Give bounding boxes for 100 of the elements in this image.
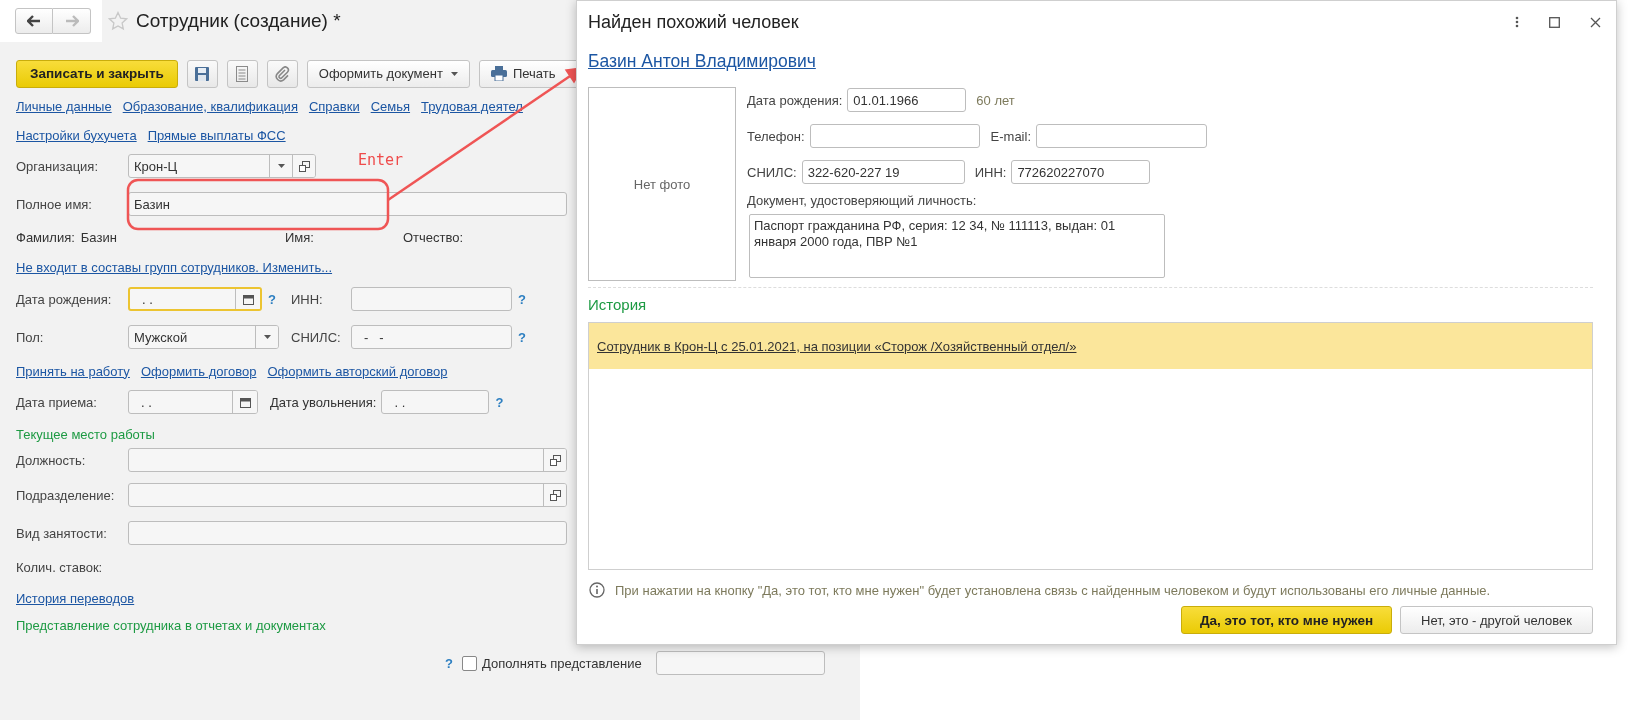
- input-field[interactable]: [128, 521, 567, 545]
- history-row[interactable]: Сотрудник в Крон-Ц с 25.01.2021, на позиции «Сторож /Хозяйственный отдел/»: [589, 323, 1592, 369]
- field-label: Подразделение:: [16, 487, 116, 503]
- document-field[interactable]: Паспорт гражданина РФ, серия: 12 34, № 111113, выдан: 01 января 2000 года, ПВР №1: [749, 214, 1165, 278]
- inn-field[interactable]: 772620227070: [1011, 160, 1151, 184]
- more-icon[interactable]: [1515, 16, 1519, 28]
- left-arrow-icon: [27, 15, 41, 27]
- section-link[interactable]: Трудовая деятел: [421, 98, 523, 114]
- reject-button[interactable]: Нет, это - другой человек: [1400, 606, 1593, 634]
- input-field[interactable]: [128, 448, 567, 472]
- dropdown-button[interactable]: [255, 326, 278, 348]
- field-label: Пол:: [16, 329, 45, 345]
- phone-field[interactable]: [809, 124, 980, 148]
- windows-icon: [298, 160, 310, 172]
- form-title: Сотрудник (создание) *: [136, 10, 341, 32]
- checkbox[interactable]: [461, 655, 477, 671]
- attach-button[interactable]: [266, 59, 298, 88]
- help-link[interactable]: ?: [445, 655, 453, 671]
- name-part-label: Отчество:: [403, 229, 464, 245]
- checkbox-label: Дополнять представление: [481, 655, 642, 671]
- field-label: ИНН:: [974, 164, 1007, 180]
- star-icon[interactable]: [108, 11, 128, 31]
- field-label: СНИЛС:: [291, 329, 342, 345]
- caret-icon: [277, 164, 285, 168]
- section-link[interactable]: Личные данные: [16, 98, 112, 114]
- create-document-button[interactable]: Оформить документ: [306, 59, 470, 88]
- photo-field[interactable]: Нет фото: [588, 87, 736, 281]
- printer-icon: [490, 66, 507, 81]
- help-link[interactable]: ?: [518, 329, 526, 345]
- field-label: Вид занятости:: [16, 525, 108, 541]
- save-close-button[interactable]: Записать и закрыть: [16, 59, 178, 88]
- field-label: Организация:: [16, 158, 100, 174]
- field-label: Дата рождения:: [747, 92, 843, 108]
- section-heading: Текущее место работы: [16, 426, 155, 442]
- action-link[interactable]: Оформить договор: [140, 363, 257, 379]
- gender-field[interactable]: Мужской: [128, 325, 279, 349]
- info-icon: [589, 582, 605, 598]
- dialog-title: Найден похожий человек: [588, 11, 799, 33]
- field-label: Колич. ставок:: [16, 559, 104, 575]
- field-label: Дата увольнения:: [270, 394, 377, 410]
- save-button[interactable]: [186, 59, 218, 88]
- list-button[interactable]: [226, 59, 258, 88]
- caret-icon: [263, 335, 271, 339]
- caret-icon: [450, 71, 458, 76]
- help-link[interactable]: ?: [495, 394, 504, 410]
- open-button[interactable]: [543, 449, 566, 471]
- section-link[interactable]: Справки: [308, 98, 360, 114]
- dismissal-date-field[interactable]: . .: [381, 390, 490, 414]
- help-link[interactable]: ?: [517, 291, 526, 307]
- snils-field[interactable]: 322-620-227 19: [801, 160, 965, 184]
- close-icon[interactable]: [1590, 16, 1601, 28]
- section-link[interactable]: Образование, квалификация: [122, 98, 298, 114]
- action-link[interactable]: Принять на работу: [16, 363, 130, 379]
- section-heading: История: [588, 296, 648, 315]
- list-icon: [236, 65, 249, 82]
- name-part-value: Базин: [80, 229, 117, 245]
- field-label: Документ, удостоверяющий личность:: [747, 193, 978, 208]
- field-label: Должность:: [16, 452, 87, 468]
- inn-field[interactable]: [350, 287, 512, 311]
- open-button[interactable]: [543, 484, 566, 506]
- back-button[interactable]: [15, 8, 53, 34]
- calendar-button[interactable]: [232, 391, 257, 413]
- full-name-field[interactable]: Базин: [128, 192, 567, 216]
- windows-icon: [549, 489, 561, 501]
- hire-date-field[interactable]: . .: [128, 390, 258, 414]
- confirm-button[interactable]: Да, это тот, кто мне нужен: [1181, 606, 1392, 634]
- name-part-label: Фамилия:: [16, 229, 75, 245]
- transfers-link[interactable]: История переводов: [16, 590, 135, 606]
- field-label: Дата приема:: [16, 394, 98, 410]
- organization-field[interactable]: Крон-Ц: [128, 154, 316, 178]
- section-link[interactable]: Прямые выплаты ФСС: [147, 127, 286, 143]
- field-label: E-mail:: [990, 128, 1031, 144]
- floppy-icon: [194, 65, 211, 82]
- windows-icon: [549, 454, 561, 466]
- action-link[interactable]: Оформить авторский договор: [267, 363, 448, 379]
- groups-link[interactable]: Не входит в составы групп сотрудников. Изменить...: [16, 259, 333, 275]
- calendar-button[interactable]: [235, 289, 260, 309]
- calendar-icon: [239, 396, 251, 408]
- input-field[interactable]: [655, 651, 825, 675]
- input-field[interactable]: [128, 483, 567, 507]
- field-label: Телефон:: [747, 128, 805, 144]
- snils-field[interactable]: - -: [351, 325, 512, 349]
- section-heading: Представление сотрудника в отчетах и документах: [16, 617, 326, 633]
- maximize-icon[interactable]: [1549, 16, 1560, 28]
- paperclip-icon: [274, 65, 291, 82]
- field-label: ИНН:: [290, 291, 324, 307]
- annotation-label: Enter: [358, 151, 404, 169]
- section-link[interactable]: Семья: [370, 98, 411, 114]
- field-label: СНИЛС:: [747, 164, 797, 180]
- birth-date-field[interactable]: . .: [128, 287, 262, 311]
- info-text: При нажатии на кнопку "Да, это тот, кто мне нужен" будет установлена связь с найденным человеком и будут использованы его личные данные.: [615, 582, 1491, 598]
- age-text: 60 лет: [976, 92, 1015, 108]
- field-label: Полное имя:: [16, 196, 93, 212]
- email-field[interactable]: [1036, 124, 1207, 148]
- section-link[interactable]: Настройки бухучета: [16, 127, 137, 143]
- open-button[interactable]: [292, 155, 315, 177]
- help-link[interactable]: ?: [268, 291, 276, 307]
- birth-date-field[interactable]: 01.01.1966: [847, 88, 967, 112]
- name-part-label: Имя:: [285, 229, 314, 245]
- calendar-icon: [242, 293, 254, 305]
